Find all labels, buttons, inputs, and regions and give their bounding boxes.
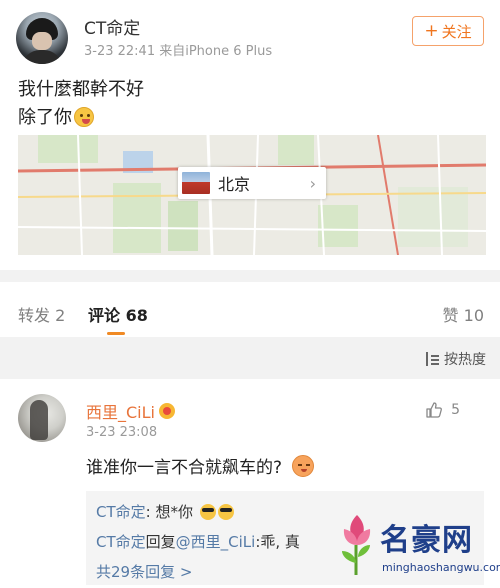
follow-button[interactable]: + 关注 xyxy=(412,16,484,46)
reply-item[interactable]: CT命定: 想*你 xyxy=(96,501,234,522)
post-meta: 3-23 22:41 来自iPhone 6 Plus xyxy=(84,44,273,59)
sort-icon xyxy=(424,352,440,366)
sort-by-hot-button[interactable]: 按热度 xyxy=(424,349,486,369)
reply-item[interactable]: CT命定回复@西里_CiLi:乖, 真 xyxy=(96,531,300,552)
tab-comments[interactable]: 评论 68 xyxy=(88,302,148,326)
sort-bar: 按热度 xyxy=(0,337,500,379)
tab-likes[interactable]: 赞 10 xyxy=(443,302,484,326)
weibo-post: CT命定 3-23 22:41 来自iPhone 6 Plus + 关注 我什麼… xyxy=(0,0,500,270)
chevron-right-icon: › xyxy=(309,173,316,193)
post-text-line-2: 除了你 xyxy=(18,104,144,132)
more-replies-link[interactable]: 共29条回复 > xyxy=(96,561,192,582)
watermark-url: minghaoshangwu.com xyxy=(382,561,500,574)
author-name[interactable]: CT命定 xyxy=(84,14,140,39)
watermark-title: 名豪网 xyxy=(380,523,473,558)
site-watermark: 名豪网 minghaoshangwu.com xyxy=(330,505,500,588)
thumbs-up-icon xyxy=(426,402,443,418)
comment-like-button[interactable]: 5 xyxy=(425,401,460,419)
comment-time: 3-23 23:08 xyxy=(86,425,158,440)
plus-icon: + xyxy=(424,20,439,41)
tiananmen-thumbnail xyxy=(182,172,210,194)
post-text-line-1: 我什麼都幹不好 xyxy=(18,79,144,100)
post-text: 我什麼都幹不好 除了你 xyxy=(18,76,144,132)
section-divider xyxy=(0,270,500,282)
author-avatar[interactable] xyxy=(16,12,68,64)
active-tab-indicator xyxy=(107,332,125,335)
interaction-tabs: 转发 2 评论 68 赞 10 xyxy=(0,282,500,337)
location-name: 北京 xyxy=(218,175,251,194)
flower-logo-icon xyxy=(342,515,371,575)
vip-badge-icon xyxy=(158,403,175,419)
commenter-name[interactable]: 西里_CiLi xyxy=(86,399,175,423)
smile-emoji-icon xyxy=(74,107,94,127)
sunglasses-emoji-icon xyxy=(217,504,234,520)
sort-label: 按热度 xyxy=(444,352,486,368)
tab-reposts[interactable]: 转发 2 xyxy=(18,302,65,326)
blush-emoji-icon xyxy=(292,454,315,477)
sunglasses-emoji-icon xyxy=(199,504,216,520)
comment-text: 谁准你一言不合就飙车的? xyxy=(86,453,315,478)
location-card[interactable]: 北京 › xyxy=(178,167,326,199)
like-count: 5 xyxy=(451,402,460,418)
follow-label: 关注 xyxy=(441,22,472,41)
commenter-avatar[interactable] xyxy=(18,394,66,442)
